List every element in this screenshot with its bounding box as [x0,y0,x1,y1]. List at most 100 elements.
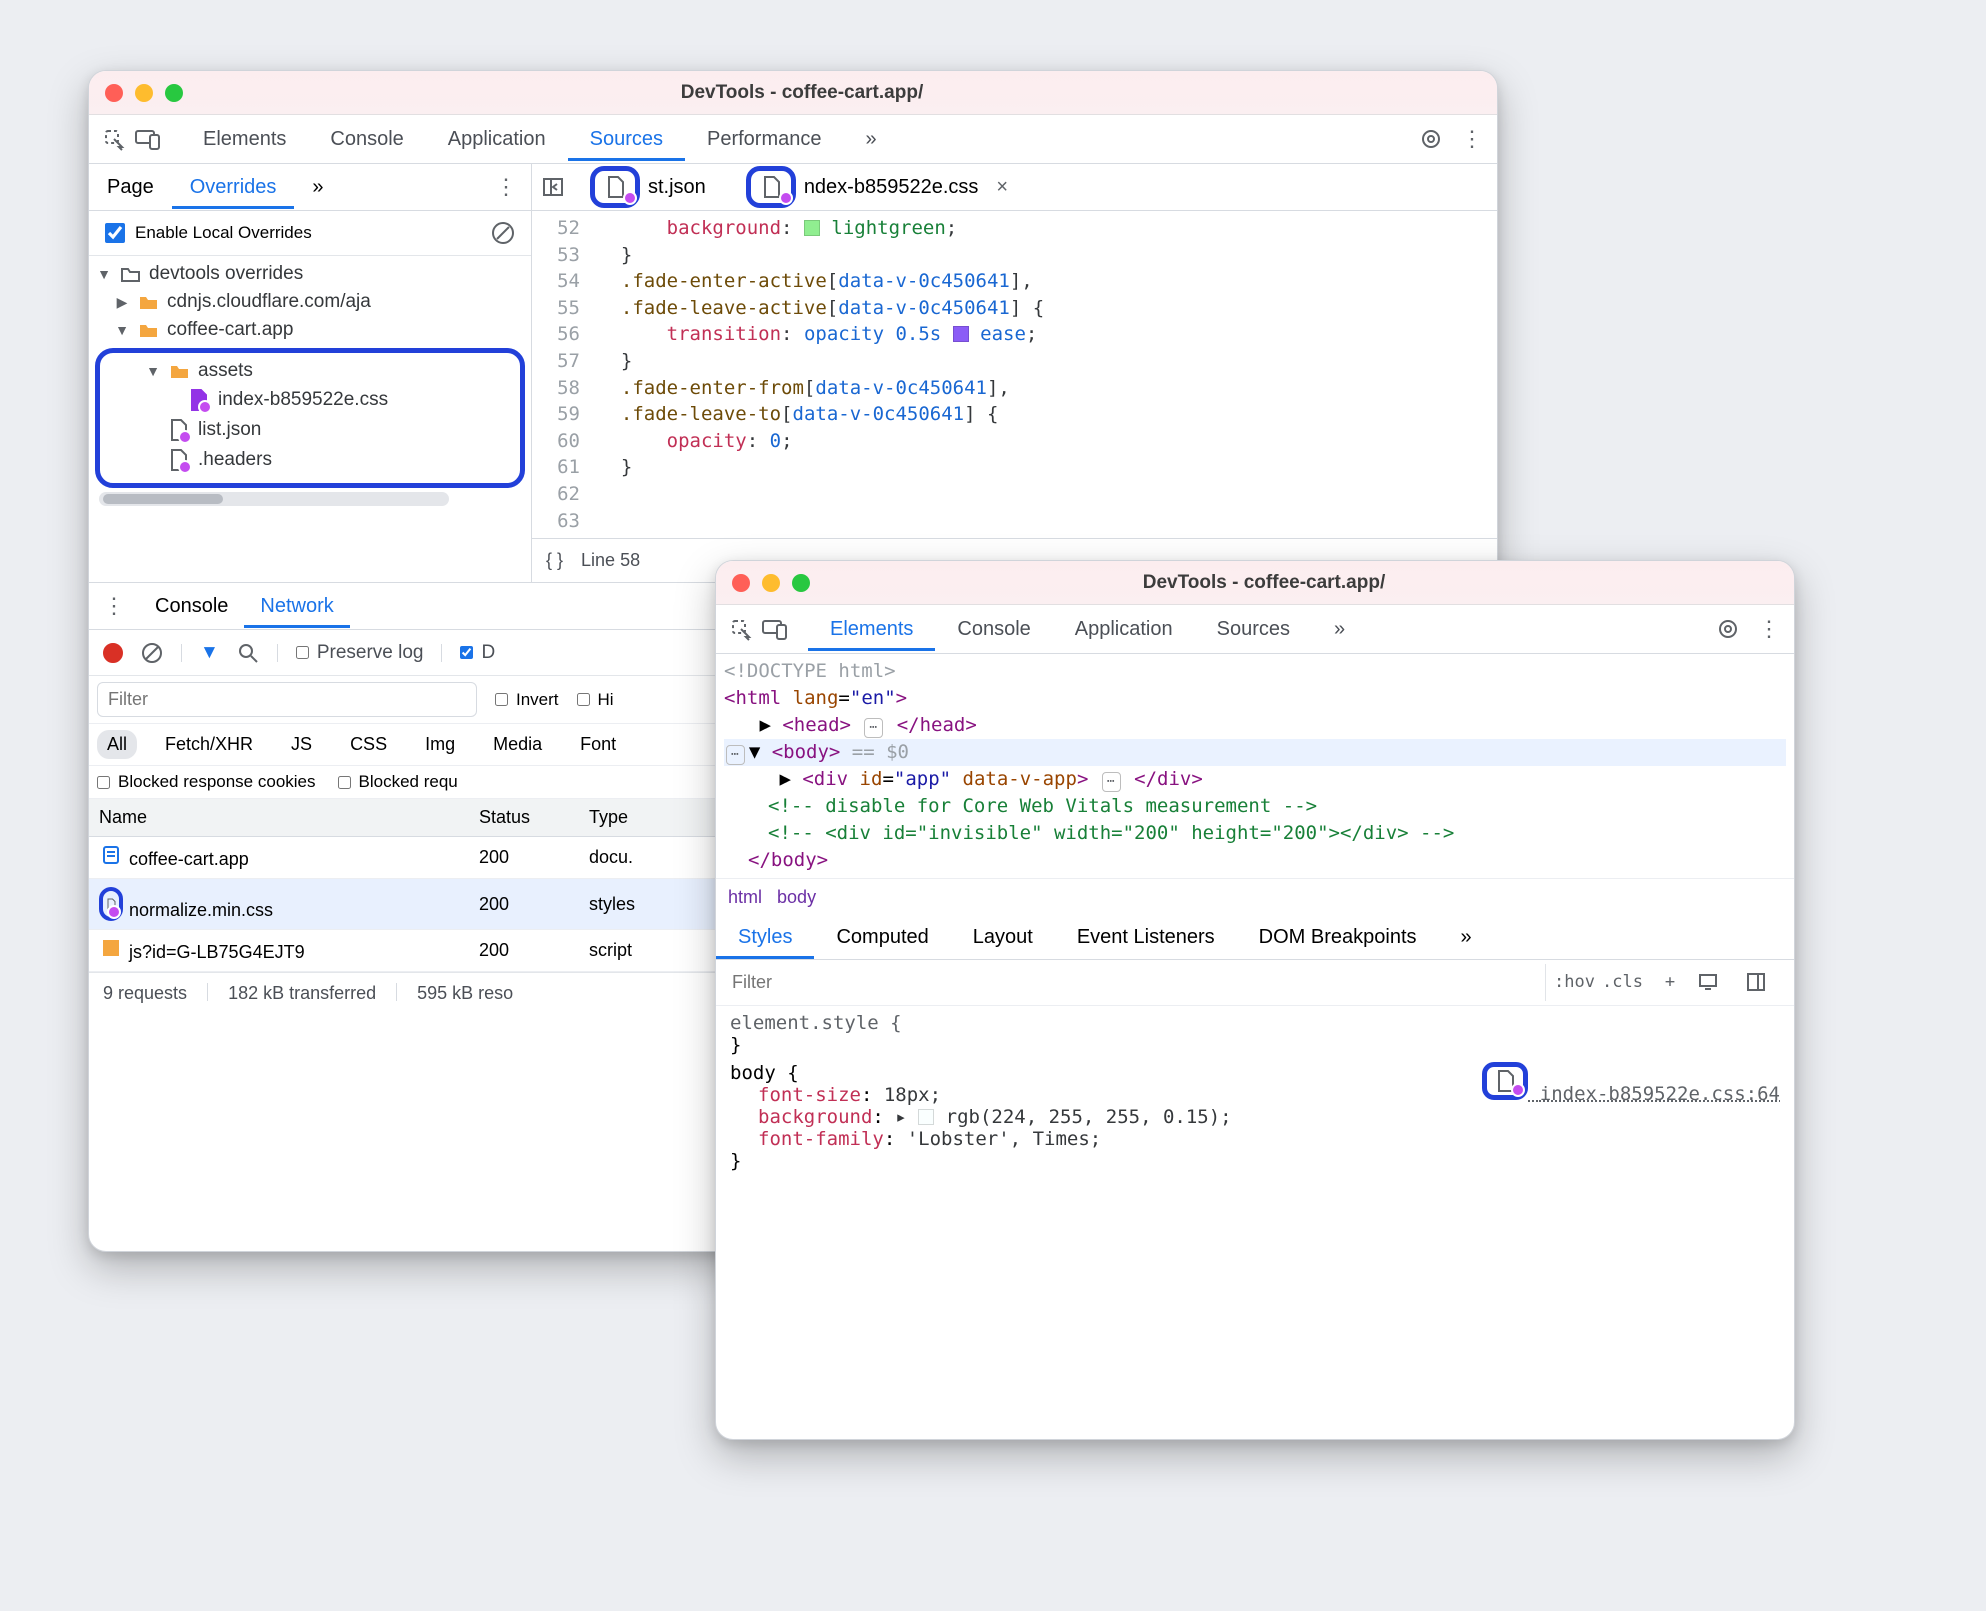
type-chip-media[interactable]: Media [483,730,552,759]
rule-body[interactable]: index-b859522e.css:64 body { font-size: … [730,1062,1780,1172]
inspect-icon[interactable] [724,617,758,641]
settings-icon[interactable] [1716,617,1740,641]
tree-coffee-cart[interactable]: ▼ coffee-cart.app [89,316,531,344]
disable-cache-checkbox[interactable]: D [460,642,495,664]
device-mode-icon[interactable] [131,128,165,150]
tab-performance[interactable]: Performance [685,118,844,161]
computed-pane-icon[interactable] [1746,972,1786,992]
enable-overrides-checkbox[interactable] [105,223,125,243]
pretty-print-icon[interactable]: { } [546,550,563,571]
kebab-menu-icon[interactable]: ⋮ [1758,616,1780,642]
file-tab-listjson[interactable]: st.json [582,156,714,218]
settings-icon[interactable] [1419,127,1443,151]
styles-tab-dombp[interactable]: DOM Breakpoints [1237,916,1439,959]
file-override-icon [746,166,796,208]
close-icon[interactable] [732,574,750,592]
minimize-icon[interactable] [135,84,153,102]
tabs-overflow-icon[interactable]: » [1312,608,1367,651]
side-tab-page[interactable]: Page [89,166,172,209]
element-style[interactable]: element.style { [730,1012,1780,1034]
drawer-tab-console[interactable]: Console [139,585,244,628]
col-type[interactable]: Type [579,799,689,836]
tab-console[interactable]: Console [935,608,1052,651]
sidebar-tabs: Page Overrides » ⋮ [89,164,531,211]
tab-console[interactable]: Console [308,118,425,161]
dom-tree[interactable]: <!DOCTYPE html> <html lang="en"> ▶ <head… [716,654,1794,878]
body-close: </body> [724,847,1786,874]
doc-icon [99,845,123,865]
styles-tab-events[interactable]: Event Listeners [1055,916,1237,959]
tabs-overflow-icon[interactable]: » [843,118,898,161]
col-status[interactable]: Status [469,799,579,836]
kebab-menu-icon[interactable]: ⋮ [1461,126,1483,152]
side-tab-overrides[interactable]: Overrides [172,166,295,209]
search-icon[interactable] [237,642,259,664]
side-kebab-icon[interactable]: ⋮ [481,174,531,200]
comment-2: <!-- <div id="invisible" width="200" hei… [724,820,1786,847]
blocked-requests-checkbox[interactable]: Blocked requ [338,772,458,792]
type-chip-all[interactable]: All [97,730,137,759]
tree-cdnjs[interactable]: ▶ cdnjs.cloudflare.com/aja [89,288,531,316]
cls-toggle[interactable]: .cls [1602,972,1642,992]
hov-toggle[interactable]: :hov [1554,972,1594,992]
type-chip-fetchxhr[interactable]: Fetch/XHR [155,730,263,759]
tab-sources[interactable]: Sources [568,118,685,161]
body-node[interactable]: ⋯▼ <body> == $0 [724,739,1786,766]
tree-file-listjson[interactable]: list.json [100,415,520,445]
app-div[interactable]: ▶ <div id="app" data-v-app> ⋯ </div> [724,766,1786,793]
tab-application[interactable]: Application [1053,608,1195,651]
record-icon[interactable] [103,643,123,663]
tree-h-scrollbar[interactable] [99,492,449,506]
toggle-navigator-icon[interactable] [532,176,574,198]
window-title: DevTools - coffee-cart.app/ [183,82,1421,104]
network-filter-input[interactable] [97,682,477,717]
rule-source-link[interactable]: index-b859522e.css:64 [1482,1062,1780,1105]
type-chip-js[interactable]: JS [281,730,322,759]
zoom-icon[interactable] [792,574,810,592]
drawer-tab-network[interactable]: Network [244,585,349,628]
tree-assets[interactable]: ▼ assets [100,357,520,385]
blocked-cookies-checkbox[interactable]: Blocked response cookies [97,772,316,792]
close-tab-icon[interactable]: × [996,176,1008,199]
tab-application[interactable]: Application [426,118,568,161]
tree-file-css[interactable]: index-b859522e.css [100,385,520,415]
sources-split: Page Overrides » ⋮ Enable Local Override… [89,164,1497,582]
col-name[interactable]: Name [89,799,469,836]
tree-root[interactable]: ▼ devtools overrides [89,260,531,288]
drawer-kebab-icon[interactable]: ⋮ [89,593,139,619]
invert-checkbox[interactable]: Invert [495,690,559,710]
file-tab-css[interactable]: ndex-b859522e.css × [738,156,1016,218]
main-tabs: Elements Console Application Sources » [808,608,1367,651]
new-rule-button[interactable]: + [1650,972,1690,992]
device-mode-icon[interactable] [758,618,792,640]
minimize-icon[interactable] [762,574,780,592]
tab-elements[interactable]: Elements [181,118,308,161]
breadcrumb[interactable]: html body [716,878,1794,916]
enable-overrides-label: Enable Local Overrides [135,223,312,243]
styles-tab-styles[interactable]: Styles [716,916,814,959]
styles-tab-computed[interactable]: Computed [814,916,950,959]
inspect-icon[interactable] [97,127,131,151]
side-tabs-overflow-icon[interactable]: » [294,166,341,209]
tab-sources[interactable]: Sources [1195,608,1312,651]
type-chip-img[interactable]: Img [415,730,465,759]
zoom-icon[interactable] [165,84,183,102]
tab-elements[interactable]: Elements [808,608,935,651]
clear-overrides-icon[interactable] [491,221,515,245]
head-node[interactable]: ▶ <head> ⋯ </head> [724,712,1786,739]
device-pane-icon[interactable] [1698,972,1738,992]
hide-data-checkbox[interactable]: Hi [577,690,614,710]
close-icon[interactable] [105,84,123,102]
code-editor[interactable]: 52 background: lightgreen;53 }54 .fade-e… [532,211,1497,538]
type-chip-font[interactable]: Font [570,730,626,759]
cursor-line: Line 58 [581,550,640,571]
clear-icon[interactable] [141,642,163,664]
styles-overflow-icon[interactable]: » [1439,916,1494,959]
styles-tab-layout[interactable]: Layout [951,916,1055,959]
filter-funnel-icon[interactable]: ▼ [200,642,219,664]
preserve-log-checkbox[interactable]: Preserve log [296,642,424,664]
type-chip-css[interactable]: CSS [340,730,397,759]
styles-pane[interactable]: element.style { } index-b859522e.css:64 … [716,1006,1794,1178]
tree-file-headers[interactable]: .headers [100,445,520,475]
styles-filter-input[interactable] [724,964,1546,1001]
